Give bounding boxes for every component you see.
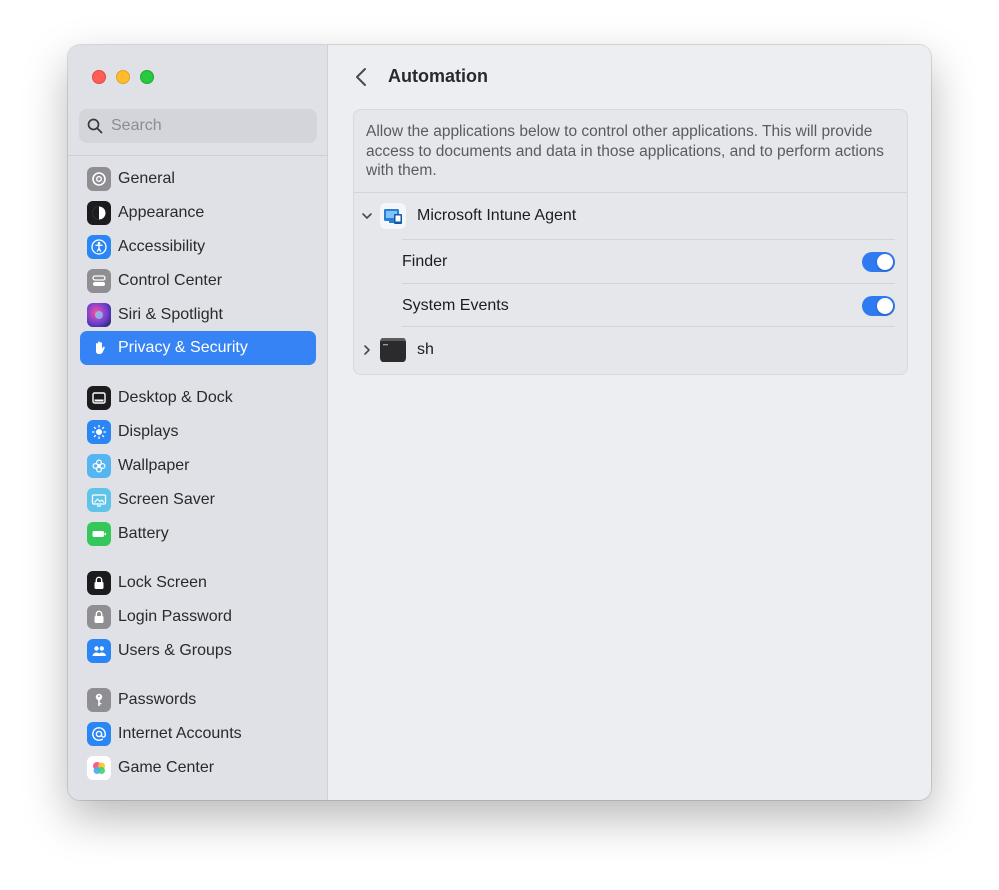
- zoom-button[interactable]: [140, 70, 154, 84]
- sidebar-item-appearance[interactable]: Appearance: [80, 196, 316, 230]
- sidebar-item-lock-screen[interactable]: Lock Screen: [80, 566, 316, 600]
- settings-window: General Appearance Accessibility Control…: [68, 45, 931, 800]
- target-row-finder: Finder: [402, 240, 895, 283]
- sidebar-item-label: Wallpaper: [118, 457, 190, 474]
- target-name: System Events: [402, 296, 509, 314]
- sidebar-item-passwords[interactable]: Passwords: [80, 683, 316, 717]
- sidebar-item-label: Passwords: [118, 691, 197, 708]
- game-center-icon: [87, 756, 111, 780]
- hand-icon: [87, 336, 111, 360]
- search-icon: [87, 118, 103, 134]
- sidebar-item-label: Control Center: [118, 272, 223, 289]
- sidebar-item-label: Accessibility: [118, 238, 206, 255]
- sidebar-item-users-groups[interactable]: Users & Groups: [80, 634, 316, 668]
- sidebar-item-privacy-security[interactable]: Privacy & Security: [80, 331, 316, 365]
- back-button[interactable]: [351, 65, 371, 89]
- lock-icon: [87, 571, 111, 595]
- app-row-microsoft-intune-agent[interactable]: Microsoft Intune Agent: [354, 193, 907, 239]
- search-field[interactable]: [79, 109, 317, 143]
- system-events-toggle[interactable]: [862, 295, 895, 316]
- content-area: Automation Allow the applications below …: [329, 45, 931, 800]
- sidebar-item-label: Displays: [118, 423, 179, 440]
- sidebar-item-label: Screen Saver: [118, 491, 215, 508]
- sidebar-item-label: Appearance: [118, 204, 205, 221]
- sidebar-item-desktop-dock[interactable]: Desktop & Dock: [80, 381, 316, 415]
- screen-saver-icon: [87, 488, 111, 512]
- intune-icon: [380, 203, 406, 229]
- accessibility-icon: [87, 235, 111, 259]
- sidebar-item-label: Login Password: [118, 608, 232, 625]
- target-name: Finder: [402, 252, 448, 270]
- sidebar: General Appearance Accessibility Control…: [68, 45, 328, 800]
- minimize-button[interactable]: [116, 70, 130, 84]
- sidebar-item-label: Desktop & Dock: [118, 389, 233, 406]
- sidebar-item-siri-spotlight[interactable]: Siri & Spotlight: [80, 298, 316, 332]
- control-center-icon: [87, 269, 111, 293]
- sidebar-item-wallpaper[interactable]: Wallpaper: [80, 449, 316, 483]
- sidebar-item-label: Internet Accounts: [118, 725, 242, 742]
- app-name: sh: [417, 341, 434, 358]
- search-input[interactable]: [111, 117, 301, 135]
- sidebar-item-label: Game Center: [118, 759, 215, 776]
- sun-icon: [87, 420, 111, 444]
- app-name: Microsoft Intune Agent: [417, 207, 577, 224]
- traffic-lights: [92, 70, 154, 84]
- sidebar-item-displays[interactable]: Displays: [80, 415, 316, 449]
- close-button[interactable]: [92, 70, 106, 84]
- sidebar-item-label: Lock Screen: [118, 574, 207, 591]
- app-row-sh[interactable]: sh: [354, 327, 907, 373]
- automation-panel: Allow the applications below to control …: [353, 109, 908, 375]
- finder-toggle[interactable]: [862, 251, 895, 272]
- sidebar-item-label: Users & Groups: [118, 642, 232, 659]
- sidebar-item-label: Siri & Spotlight: [118, 306, 223, 323]
- sidebar-item-accessibility[interactable]: Accessibility: [80, 230, 316, 264]
- description-text: Allow the applications below to control …: [366, 123, 884, 179]
- sidebar-item-label: General: [118, 170, 175, 187]
- sidebar-item-login-password[interactable]: Login Password: [80, 600, 316, 634]
- sidebar-item-general[interactable]: General: [80, 162, 316, 196]
- users-icon: [87, 639, 111, 663]
- siri-icon: [87, 303, 111, 327]
- sidebar-item-screen-saver[interactable]: Screen Saver: [80, 483, 316, 517]
- sidebar-item-internet-accounts[interactable]: Internet Accounts: [80, 717, 316, 751]
- sidebar-item-game-center[interactable]: Game Center: [80, 751, 316, 785]
- sidebar-item-control-center[interactable]: Control Center: [80, 264, 316, 298]
- disclosure-button[interactable]: [360, 343, 374, 357]
- chevron-right-icon: [364, 345, 370, 355]
- dock-icon: [87, 386, 111, 410]
- flower-icon: [87, 454, 111, 478]
- sidebar-item-label: Battery: [118, 525, 169, 542]
- target-row-system-events: System Events: [402, 284, 895, 327]
- chevron-left-icon: [356, 68, 366, 86]
- sidebar-divider: [68, 155, 328, 156]
- key-icon: [87, 688, 111, 712]
- battery-icon: [87, 522, 111, 546]
- appearance-icon: [87, 201, 111, 225]
- chevron-down-icon: [362, 213, 372, 219]
- at-icon: [87, 722, 111, 746]
- sidebar-item-label: Privacy & Security: [118, 339, 248, 356]
- disclosure-button[interactable]: [360, 209, 374, 223]
- padlock-icon: [87, 605, 111, 629]
- page-title: Automation: [388, 66, 488, 86]
- terminal-icon: [380, 338, 406, 362]
- sidebar-item-battery[interactable]: Battery: [80, 517, 316, 551]
- gear-icon: [87, 167, 111, 191]
